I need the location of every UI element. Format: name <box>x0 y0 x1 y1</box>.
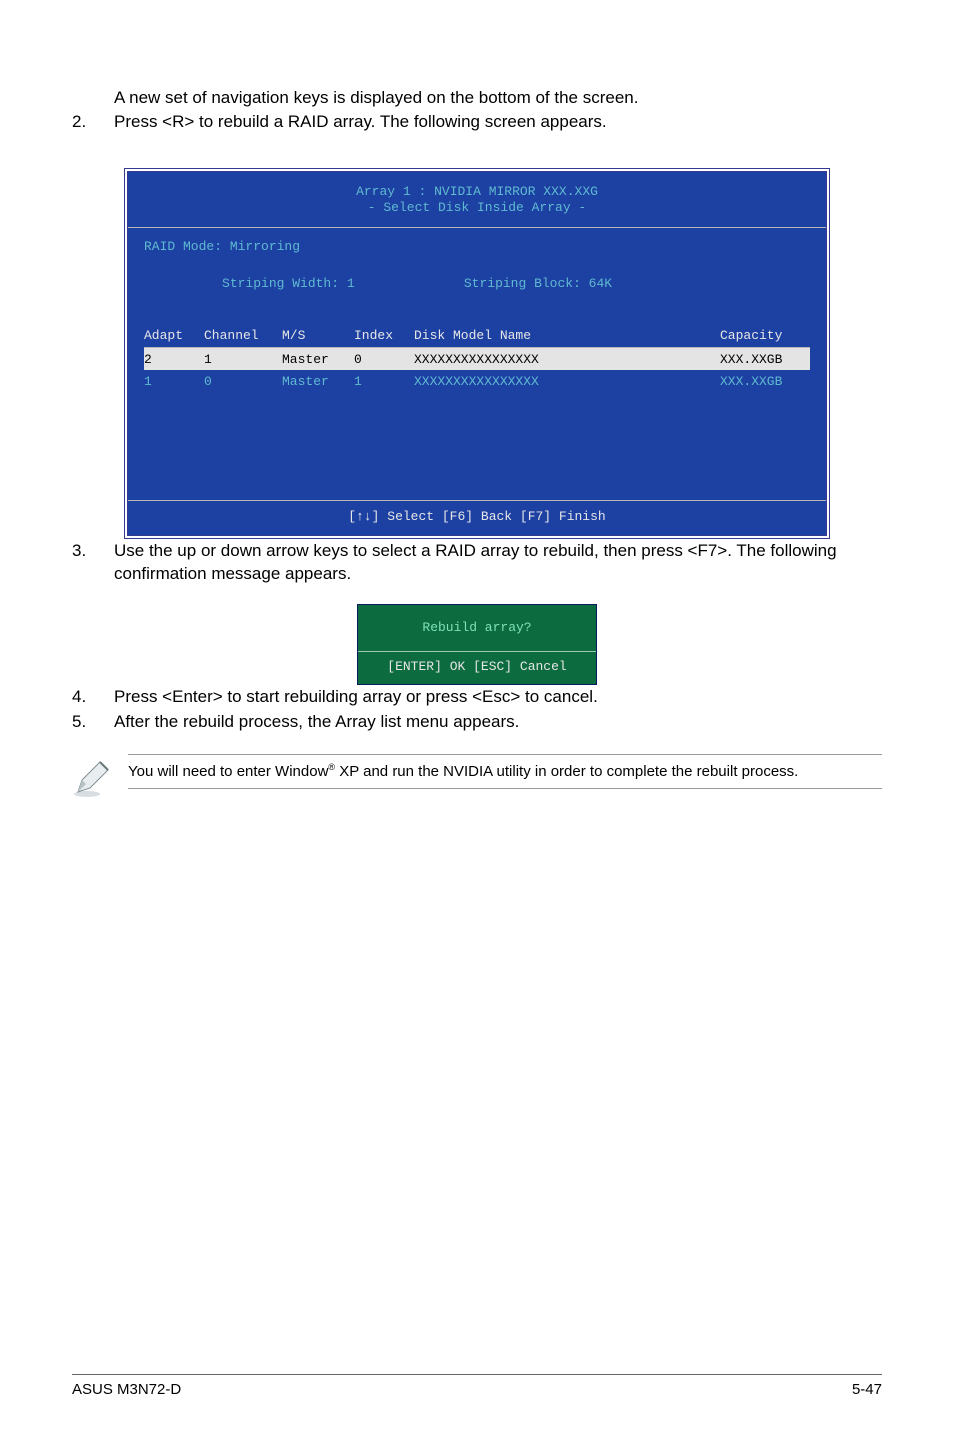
col-adapt: Adapt <box>144 327 204 348</box>
cell-index: 1 <box>354 370 414 391</box>
bios-striping-block: Striping Block: 64K <box>464 276 612 291</box>
cell-ms: Master <box>282 370 354 391</box>
bios-footer-keys: [↑↓] Select [F6] Back [F7] Finish <box>128 501 826 534</box>
table-row[interactable]: 1 0 Master 1 XXXXXXXXXXXXXXXX XXX.XXGB <box>144 370 810 391</box>
step-text: After the rebuild process, the Array lis… <box>114 710 882 734</box>
cell-disk: XXXXXXXXXXXXXXXX <box>414 370 720 391</box>
bios-raid-mode: RAID Mode: Mirroring <box>144 238 810 256</box>
bios-striping-width: Striping Width: 1 <box>222 276 355 291</box>
footer-right: 5-47 <box>852 1379 882 1400</box>
dialog-question: Rebuild array? <box>358 605 596 651</box>
step-number: 3. <box>72 539 114 587</box>
bios-title-line2: - Select Disk Inside Array - <box>128 200 826 217</box>
instructions-list: 2. Press <R> to rebuild a RAID array. Th… <box>72 110 882 134</box>
col-index: Index <box>354 327 414 348</box>
step-number: 4. <box>72 685 114 709</box>
bios-title: Array 1 : NVIDIA MIRROR XXX.XXG - Select… <box>128 172 826 228</box>
col-capacity: Capacity <box>720 327 810 348</box>
note: You will need to enter Window® XP and ru… <box>72 754 882 798</box>
cell-capacity: XXX.XXGB <box>720 348 810 370</box>
instructions-list: 3. Use the up or down arrow keys to sele… <box>72 539 882 587</box>
col-ms: M/S <box>282 327 354 348</box>
footer-left: ASUS M3N72-D <box>72 1379 181 1400</box>
table-row[interactable]: 2 1 Master 0 XXXXXXXXXXXXXXXX XXX.XXGB <box>144 348 810 370</box>
col-channel: Channel <box>204 327 282 348</box>
dialog-buttons[interactable]: [ENTER] OK [ESC] Cancel <box>358 651 596 683</box>
cell-adapt: 2 <box>144 348 204 370</box>
step-number: 5. <box>72 710 114 734</box>
cell-adapt: 1 <box>144 370 204 391</box>
instructions-list: 4. Press <Enter> to start rebuilding arr… <box>72 685 882 735</box>
step-text: Press <Enter> to start rebuilding array … <box>114 685 882 709</box>
step-text: Press <R> to rebuild a RAID array. The f… <box>114 110 882 134</box>
col-disk: Disk Model Name <box>414 327 720 348</box>
confirm-dialog: Rebuild array? [ENTER] OK [ESC] Cancel <box>357 604 597 684</box>
note-text: You will need to enter Window® XP and ru… <box>128 754 882 789</box>
step-number: 2. <box>72 110 114 134</box>
intro-line: A new set of navigation keys is displaye… <box>72 86 882 110</box>
cell-capacity: XXX.XXGB <box>720 370 810 391</box>
bios-screen: Array 1 : NVIDIA MIRROR XXX.XXG - Select… <box>124 168 830 539</box>
step-text: Use the up or down arrow keys to select … <box>114 539 882 587</box>
cell-ms: Master <box>282 348 354 370</box>
bios-disk-table: Adapt Channel M/S Index Disk Model Name … <box>144 327 810 391</box>
bios-title-line1: Array 1 : NVIDIA MIRROR XXX.XXG <box>128 184 826 201</box>
cell-channel: 0 <box>204 370 282 391</box>
cell-disk: XXXXXXXXXXXXXXXX <box>414 348 720 370</box>
cell-index: 0 <box>354 348 414 370</box>
pencil-icon <box>72 758 112 798</box>
cell-channel: 1 <box>204 348 282 370</box>
